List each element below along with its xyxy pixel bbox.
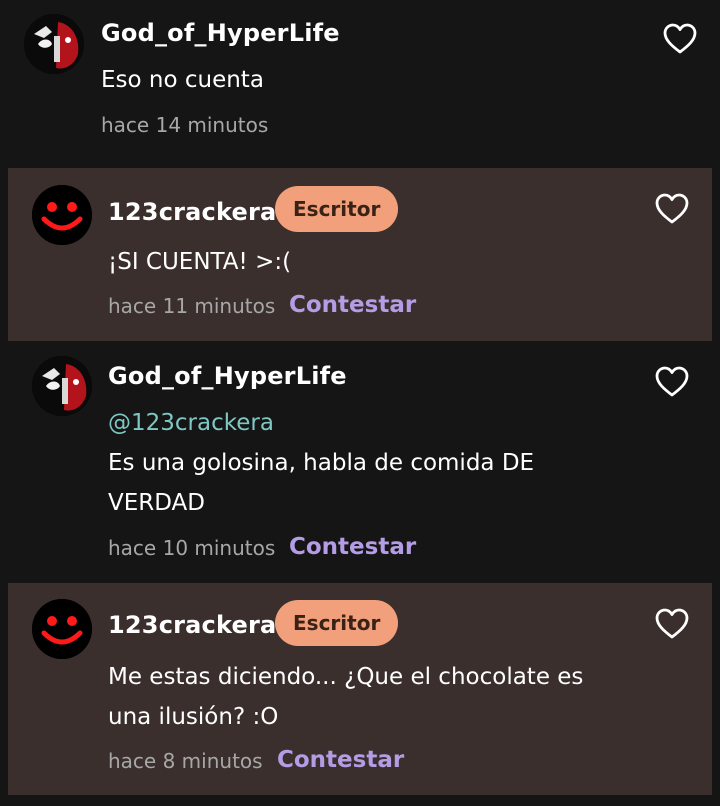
comment-text-line: Es una golosina, habla de comida DE [108, 450, 535, 476]
writer-badge: Escritor [275, 186, 399, 232]
user-avatar[interactable] [24, 14, 84, 74]
comment-text-line: VERDAD [108, 490, 205, 516]
mention-link[interactable]: @123crackera [108, 403, 274, 443]
comment-text-line: una ilusión? :O [108, 704, 279, 730]
author-name[interactable]: God_of_HyperLife [108, 362, 347, 390]
comment-time: hace 14 minutos [101, 113, 269, 137]
comment-item: God_of_HyperLife @123crackera Es una gol… [0, 341, 720, 583]
comment-time: hace 11 minutos [108, 294, 276, 318]
avatar-hyperlife-icon [32, 356, 92, 416]
writer-badge: Escritor [275, 600, 399, 646]
like-heart-icon[interactable] [654, 365, 690, 399]
reply-button[interactable]: Contestar [289, 534, 416, 560]
like-heart-icon[interactable] [654, 607, 690, 641]
avatar-red-smiley-icon [32, 599, 92, 659]
comment-time: hace 8 minutos [108, 749, 263, 773]
user-avatar[interactable] [32, 356, 92, 416]
avatar-red-smiley-icon [32, 185, 92, 245]
author-name[interactable]: 123crackera [108, 611, 276, 639]
reply-button[interactable]: Contestar [289, 292, 416, 318]
comment-item: God_of_HyperLife Eso no cuenta hace 14 m… [0, 0, 720, 152]
user-avatar[interactable] [32, 599, 92, 659]
like-heart-icon[interactable] [654, 192, 690, 226]
comment-text-line: Me estas diciendo... ¿Que el chocolate e… [108, 664, 584, 690]
comment-text: Eso no cuenta [101, 67, 264, 93]
reply-comment-item: 123crackera Escritor ¡SI CUENTA! >:( hac… [8, 168, 712, 341]
author-name[interactable]: God_of_HyperLife [101, 19, 340, 47]
author-name[interactable]: 123crackera [108, 198, 276, 226]
like-heart-icon[interactable] [662, 22, 698, 56]
reply-comment-item: 123crackera Escritor Me estas diciendo..… [8, 583, 712, 795]
comment-text: ¡SI CUENTA! >:( [108, 249, 292, 275]
comment-time: hace 10 minutos [108, 536, 276, 560]
avatar-hyperlife-icon [24, 14, 84, 74]
user-avatar[interactable] [32, 185, 92, 245]
reply-button[interactable]: Contestar [277, 747, 404, 773]
